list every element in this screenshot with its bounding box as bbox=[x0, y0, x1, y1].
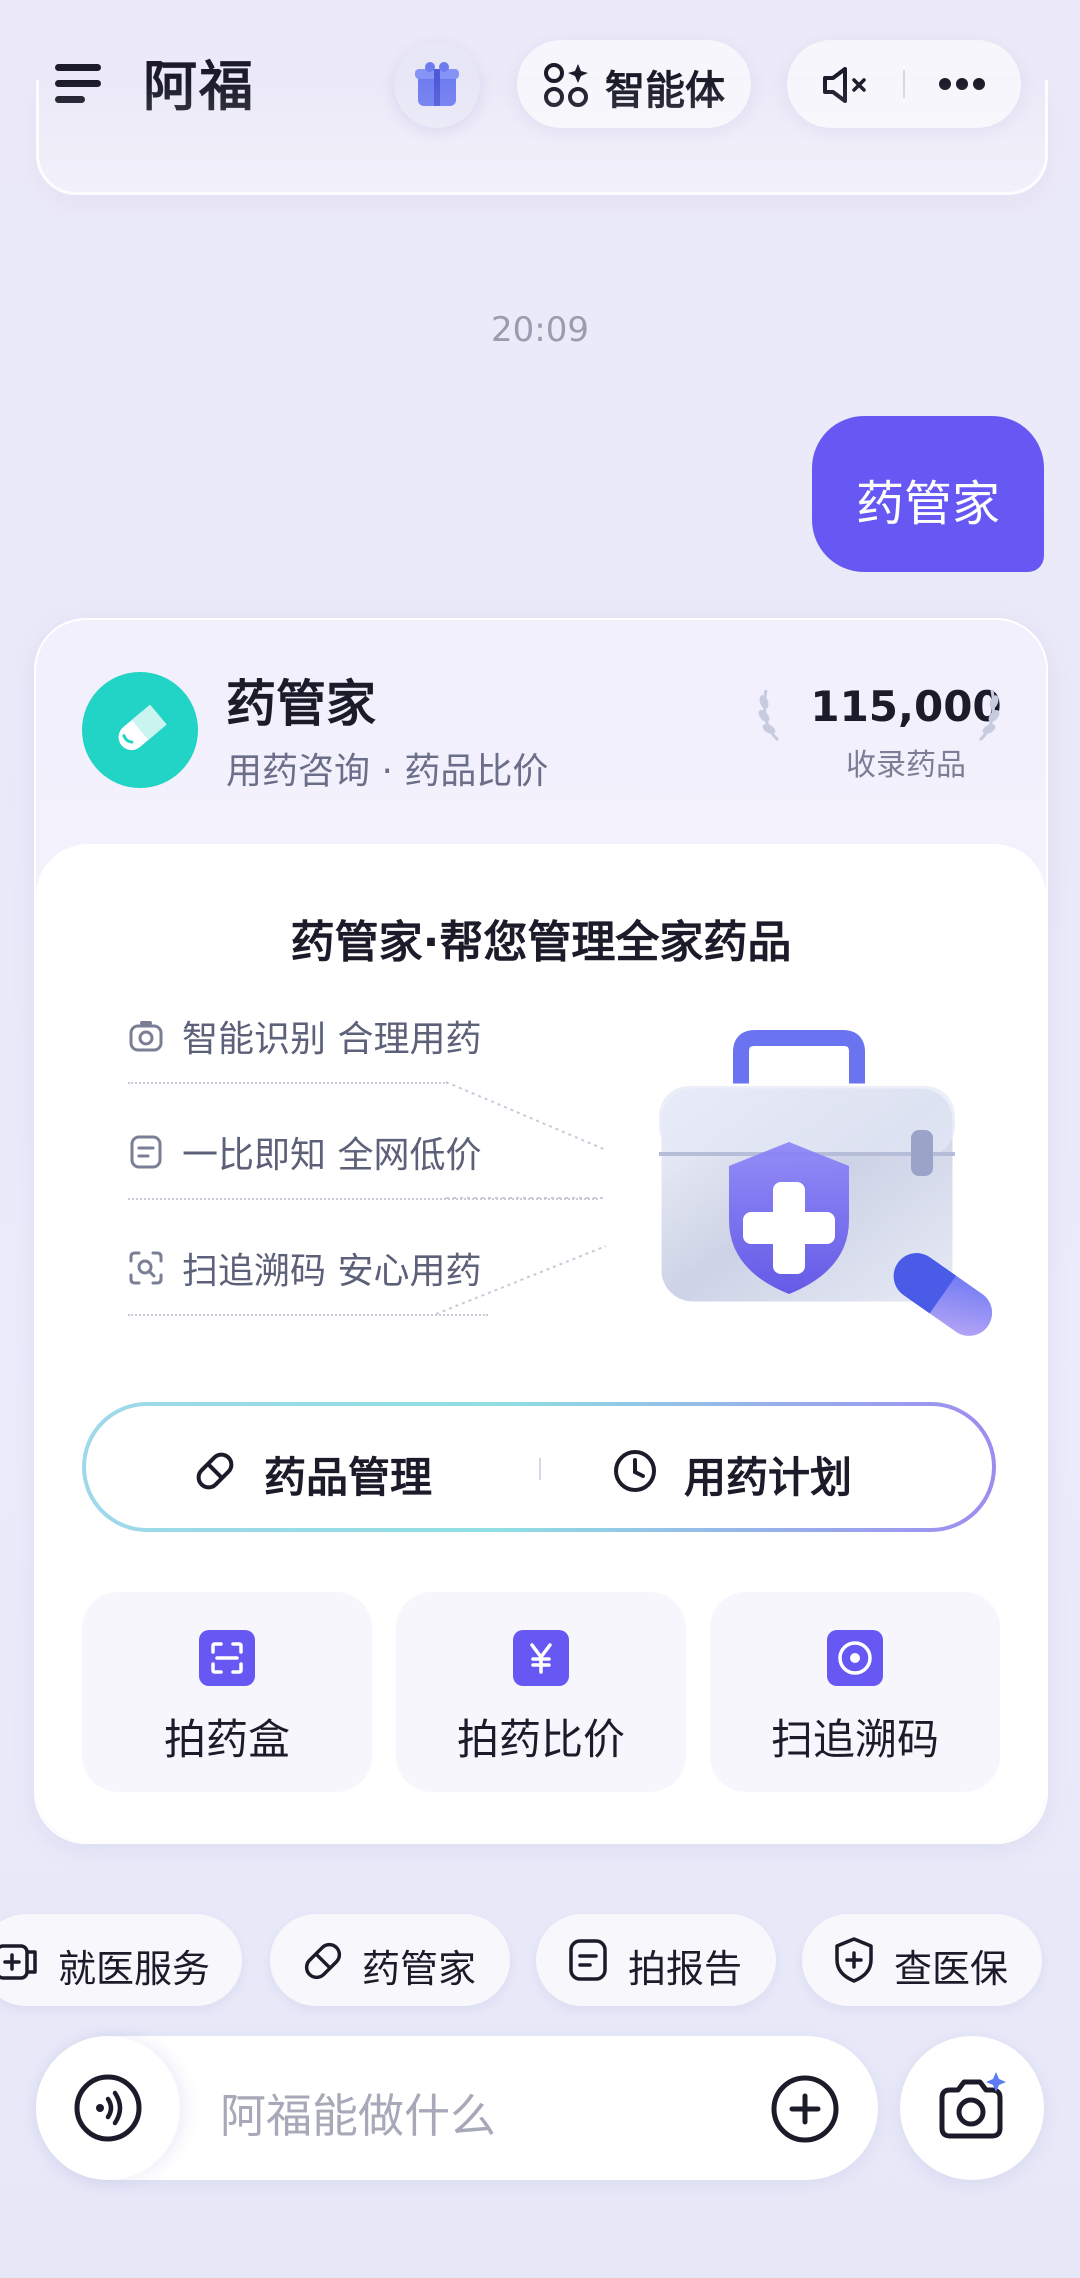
dotted-divider bbox=[128, 1314, 488, 1318]
shield-plus-icon bbox=[835, 1937, 873, 1983]
medication-plan-button[interactable]: 用药计划 bbox=[566, 1406, 926, 1528]
management-segment: 药品管理 用药计划 bbox=[82, 1402, 996, 1532]
plus-icon[interactable] bbox=[770, 2074, 840, 2144]
chip-insurance[interactable]: 查医保 bbox=[802, 1914, 1042, 2006]
drug-count-label: 收录药品 bbox=[846, 748, 966, 783]
segment-label: 用药计划 bbox=[684, 1453, 853, 1502]
user-message-text: 药管家 bbox=[855, 476, 1000, 532]
clock-icon bbox=[614, 1450, 656, 1492]
feature-label: 智能识别 合理用药 bbox=[182, 1019, 482, 1060]
tile-price-compare[interactable]: 拍药比价 bbox=[396, 1592, 686, 1792]
chip-label: 拍报告 bbox=[628, 1947, 743, 1991]
divider bbox=[539, 1458, 541, 1480]
voice-icon bbox=[74, 2074, 142, 2142]
medical-icon bbox=[0, 1944, 37, 1980]
tile-photo-box[interactable]: 拍药盒 bbox=[82, 1592, 372, 1792]
camera-button[interactable] bbox=[900, 2036, 1044, 2180]
user-message-bubble[interactable]: 药管家 bbox=[812, 416, 1044, 572]
chip-report[interactable]: 拍报告 bbox=[536, 1914, 776, 2006]
tile-label: 拍药盒 bbox=[163, 1715, 290, 1764]
feature-item: 智能识别 合理用药 bbox=[128, 1006, 548, 1066]
receipt-icon bbox=[130, 1135, 162, 1169]
medicine-box-illustration bbox=[656, 1030, 993, 1336]
chip-label: 就医服务 bbox=[58, 1947, 211, 1991]
connector-lines bbox=[436, 1081, 607, 1315]
drug-management-button[interactable]: 药品管理 bbox=[146, 1406, 506, 1528]
laurel-right-icon bbox=[978, 689, 1000, 742]
segment-label: 药品管理 bbox=[264, 1453, 433, 1502]
chip-medical-service[interactable]: 就医服务 bbox=[0, 1914, 242, 2006]
card-body-title: 药管家·帮您管理全家药品 bbox=[290, 917, 792, 968]
card-subtitle: 用药咨询 · 药品比价 bbox=[226, 751, 549, 792]
dotted-divider bbox=[128, 1082, 448, 1086]
scan-frame-icon bbox=[199, 1630, 255, 1686]
target-icon bbox=[827, 1630, 883, 1686]
chat-input-bar: 阿福能做什么 bbox=[36, 2036, 878, 2180]
chip-label: 查医保 bbox=[894, 1947, 1009, 1991]
message-timestamp: 20:09 bbox=[491, 310, 589, 350]
camera-icon bbox=[129, 1021, 163, 1052]
pharmacy-agent-card: 药管家 用药咨询 · 药品比价 115,000 收录药品 药管家·帮您管理全家药… bbox=[34, 618, 1048, 1844]
tile-label: 扫追溯码 bbox=[770, 1715, 939, 1764]
chip-label: 药管家 bbox=[362, 1947, 477, 1991]
yuan-icon bbox=[513, 1630, 569, 1686]
chip-pharmacy[interactable]: 药管家 bbox=[270, 1914, 510, 2006]
pill-icon bbox=[196, 1452, 234, 1490]
laurel-left-icon bbox=[758, 689, 780, 742]
pill-logo bbox=[82, 672, 198, 788]
camera-sparkle-icon bbox=[939, 2072, 1006, 2139]
chat-input-placeholder[interactable]: 阿福能做什么 bbox=[220, 2080, 496, 2146]
card-body: 药管家·帮您管理全家药品 智能识别 合理用药 一比即知 全网低价 扫追溯码 安心… bbox=[36, 844, 1046, 1842]
voice-button[interactable] bbox=[36, 2036, 180, 2180]
tile-trace-code[interactable]: 扫追溯码 bbox=[710, 1592, 1000, 1792]
document-icon bbox=[569, 1939, 607, 1981]
previous-card-edge bbox=[36, 80, 1048, 195]
card-title: 药管家 bbox=[226, 675, 376, 733]
capsule-icon bbox=[118, 704, 167, 751]
tile-label: 拍药比价 bbox=[456, 1715, 625, 1764]
pill-icon bbox=[304, 1942, 342, 1980]
scan-search-icon bbox=[129, 1251, 163, 1285]
